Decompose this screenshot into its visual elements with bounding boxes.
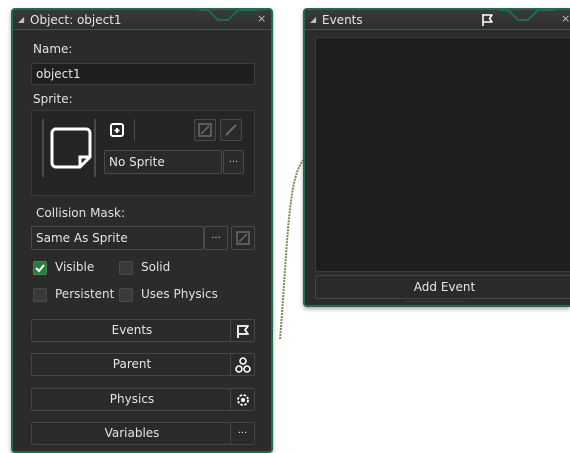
- object-panel-title: Object: object1: [30, 12, 122, 27]
- events-list[interactable]: [315, 37, 570, 272]
- solid-checkbox[interactable]: [119, 261, 133, 275]
- name-label: Name:: [33, 42, 73, 56]
- checkmark-icon: [35, 264, 45, 273]
- divider: [134, 119, 135, 141]
- visible-checkbox[interactable]: [33, 261, 47, 275]
- ellipsis-icon: ···: [230, 423, 254, 444]
- physics-button-label: Physics: [109, 392, 155, 406]
- collapse-arrow-icon[interactable]: ◢: [18, 15, 28, 24]
- object-panel: ◢ Object: object1 × Name: object1 Sprite…: [11, 8, 273, 453]
- events-panel-title: Events: [322, 12, 363, 27]
- titlebar-notch-icon: [500, 10, 555, 21]
- events-panel: ◢ Events × Add Event: [303, 8, 570, 307]
- new-sprite-button[interactable]: [106, 119, 128, 141]
- parent-button[interactable]: Parent: [31, 353, 255, 376]
- solid-label: Solid: [141, 260, 171, 274]
- variables-button-label: Variables: [104, 426, 160, 440]
- name-input[interactable]: object1: [31, 63, 255, 85]
- collapse-arrow-icon[interactable]: ◢: [310, 15, 320, 24]
- hierarchy-icon: [230, 354, 254, 375]
- brush-icon: [225, 124, 237, 136]
- paint-sprite-button[interactable]: [220, 119, 242, 141]
- add-event-label: Add Event: [413, 280, 476, 294]
- uses-physics-checkbox[interactable]: [119, 288, 133, 302]
- sprite-select[interactable]: No Sprite: [104, 150, 222, 174]
- visible-label: Visible: [55, 260, 95, 274]
- collision-mask-browse-button[interactable]: ···: [204, 226, 228, 250]
- events-panel-titlebar[interactable]: ◢ Events ×: [305, 10, 570, 30]
- sprite-section: No Sprite ···: [31, 110, 255, 196]
- close-icon[interactable]: ×: [257, 12, 266, 25]
- collision-mask-label: Collision Mask:: [36, 206, 126, 220]
- sprite-preview[interactable]: [42, 119, 96, 177]
- uses-physics-label: Uses Physics: [141, 287, 218, 301]
- add-event-button[interactable]: Add Event: [315, 275, 570, 299]
- edit-sprite-icon: [198, 123, 212, 137]
- persistent-checkbox[interactable]: [33, 288, 47, 302]
- object-panel-titlebar[interactable]: ◢ Object: object1 ×: [13, 10, 271, 30]
- physics-gear-icon: [230, 389, 254, 410]
- resize-grip[interactable]: [405, 301, 465, 303]
- close-icon[interactable]: ×: [561, 12, 570, 25]
- edit-mask-icon: [236, 231, 250, 245]
- flag-icon: [230, 320, 254, 341]
- variables-button[interactable]: Variables ···: [31, 422, 255, 445]
- physics-button[interactable]: Physics: [31, 388, 255, 411]
- titlebar-notch-icon: [198, 10, 258, 21]
- edit-sprite-button[interactable]: [194, 119, 216, 141]
- events-button[interactable]: Events: [31, 319, 255, 342]
- collision-mask-edit-button[interactable]: [231, 226, 255, 250]
- parent-button-label: Parent: [112, 357, 152, 371]
- sprite-label: Sprite:: [33, 92, 73, 106]
- persistent-label: Persistent: [55, 287, 115, 301]
- new-sprite-icon: [110, 123, 124, 137]
- events-button-label: Events: [111, 323, 153, 337]
- sprite-browse-button[interactable]: ···: [223, 150, 244, 174]
- collision-mask-select[interactable]: Same As Sprite: [31, 226, 204, 250]
- flag-icon[interactable]: [480, 13, 494, 27]
- sprite-placeholder-icon: [50, 127, 92, 169]
